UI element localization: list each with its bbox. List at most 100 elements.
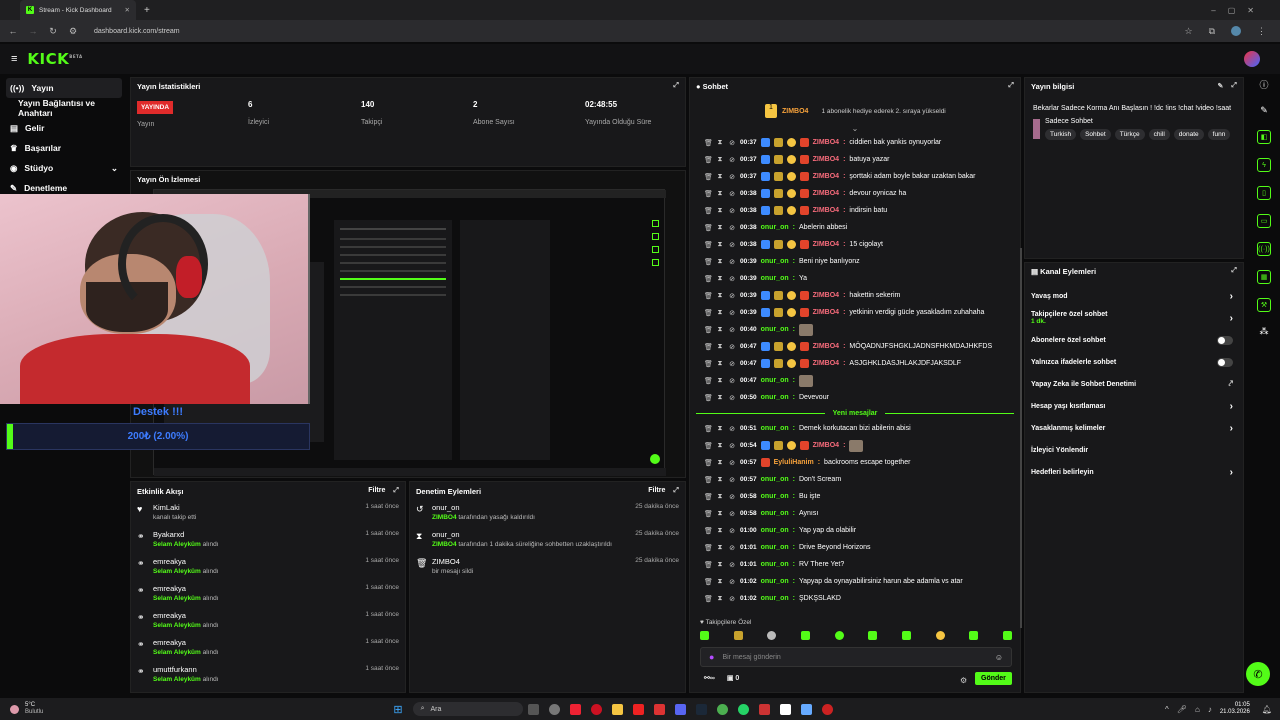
chat-message[interactable]: 🗑︎ ⧗ ⊘ 01:01 onur_on: RV There Yet? bbox=[690, 556, 1020, 573]
hamburger-menu-icon[interactable]: ≡ bbox=[11, 53, 17, 65]
timeout-hourglass-icon[interactable]: ⧗ bbox=[716, 241, 724, 249]
discord-icon[interactable] bbox=[674, 703, 686, 715]
chat-message[interactable]: 🗑︎ ⧗ ⊘ 00:37 ZIMBO4: batuya yazar bbox=[690, 151, 1020, 168]
chat-message[interactable]: 🗑︎ ⧗ ⊘ 00:54 ZIMBO4: bbox=[690, 437, 1020, 454]
ban-icon[interactable]: ⊘ bbox=[728, 510, 736, 518]
message-user[interactable]: onur_on bbox=[761, 425, 789, 432]
timeout-hourglass-icon[interactable]: ⧗ bbox=[716, 139, 724, 147]
activity-user[interactable]: Byakarxd bbox=[153, 530, 219, 539]
chat-message[interactable]: 🗑︎ ⧗ ⊘ 01:02 onur_on: Yapyap da oynayabilirsi… bbox=[690, 573, 1020, 590]
emote-icon[interactable] bbox=[969, 631, 979, 640]
app-icon[interactable] bbox=[800, 703, 812, 715]
emote-icon[interactable] bbox=[901, 631, 911, 640]
chat-message[interactable]: 🗑︎ ⧗ ⊘ 00:38 ZIMBO4: devour oynicaz ha bbox=[690, 185, 1020, 202]
delete-message-icon[interactable]: 🗑︎ bbox=[704, 425, 713, 433]
moderation-user[interactable]: onur_on bbox=[432, 530, 612, 539]
camera-icon[interactable]: ◧ bbox=[1257, 130, 1271, 144]
back-icon[interactable]: ← bbox=[8, 26, 18, 36]
moderation-item[interactable]: ↺ onur_on ZIMBO4 tarafından yasağı kaldırı… bbox=[410, 500, 685, 527]
timeout-hourglass-icon[interactable]: ⧗ bbox=[716, 343, 724, 351]
expand-icon[interactable]: ⤢ bbox=[1231, 267, 1237, 275]
window-controls[interactable]: –▢✕ bbox=[1211, 6, 1266, 15]
timeout-hourglass-icon[interactable]: ⧗ bbox=[716, 510, 724, 518]
chat-message[interactable]: 🗑︎ ⧗ ⊘ 00:39 onur_on: Ya bbox=[690, 270, 1020, 287]
app-icon[interactable] bbox=[569, 703, 581, 715]
delete-message-icon[interactable]: 🗑︎ bbox=[704, 595, 713, 603]
chat-scrollbar[interactable] bbox=[1020, 248, 1022, 628]
message-user[interactable]: EyluliHanim bbox=[774, 459, 814, 466]
activity-user[interactable]: umuttfurkann bbox=[153, 665, 219, 674]
message-user[interactable]: onur_on bbox=[761, 544, 789, 551]
sidebar-item-yayin[interactable]: ((•)) Yayın bbox=[6, 78, 122, 98]
message-user[interactable]: ZIMBO4 bbox=[813, 292, 839, 299]
expand-icon[interactable]: ⤢ bbox=[673, 82, 679, 90]
chat-message[interactable]: 🗑︎ ⧗ ⊘ 00:50 onur_on: Devevour bbox=[690, 389, 1020, 406]
ban-icon[interactable]: ⊘ bbox=[728, 224, 736, 232]
message-user[interactable]: onur_on bbox=[761, 595, 789, 602]
chat-message[interactable]: 🗑︎ ⧗ ⊘ 00:39 onur_on: Beni niye banlıyonz bbox=[690, 253, 1020, 270]
message-user[interactable]: ZIMBO4 bbox=[813, 241, 839, 248]
chat-message[interactable]: 🗑︎ ⧗ ⊘ 00:39 ZIMBO4: hakettin sekerim bbox=[690, 287, 1020, 304]
file-explorer-icon[interactable] bbox=[611, 703, 623, 715]
chat-message[interactable]: 🗑︎ ⧗ ⊘ 00:51 onur_on: Demek korkutacan bizi a… bbox=[690, 420, 1020, 437]
message-user[interactable]: onur_on bbox=[761, 258, 789, 265]
emote-icon[interactable] bbox=[834, 631, 844, 640]
delete-message-icon[interactable]: 🗑︎ bbox=[704, 527, 713, 535]
delete-message-icon[interactable]: 🗑︎ bbox=[704, 544, 713, 552]
chat-message[interactable]: 🗑︎ ⧗ ⊘ 00:39 ZIMBO4: yetkinin verdigi gücle y… bbox=[690, 304, 1020, 321]
extensions-icon[interactable]: ⧉ bbox=[1209, 26, 1215, 37]
help-chat-fab[interactable]: ✆ bbox=[1246, 662, 1270, 686]
sidebar-item-studyo[interactable]: ◉ Stüdyo ⌄ bbox=[0, 158, 128, 178]
message-user[interactable]: onur_on bbox=[761, 578, 789, 585]
app-icon[interactable] bbox=[548, 703, 560, 715]
message-user[interactable]: ZIMBO4 bbox=[813, 173, 839, 180]
activity-user[interactable]: emreakya bbox=[153, 557, 219, 566]
message-user[interactable]: ZIMBO4 bbox=[813, 156, 839, 163]
channel-action-item[interactable]: Yalnızca ifadelerle sohbet bbox=[1025, 351, 1243, 373]
delete-message-icon[interactable]: 🗑︎ bbox=[704, 326, 713, 334]
stream-tag[interactable]: chill bbox=[1148, 129, 1170, 140]
browser-tab[interactable]: K Stream - Kick Dashboard ✕ bbox=[20, 0, 136, 20]
timeout-hourglass-icon[interactable]: ⧗ bbox=[716, 173, 724, 181]
chat-message[interactable]: 🗑︎ ⧗ ⊘ 00:37 ZIMBO4: şorttaki adam boyle baka… bbox=[690, 168, 1020, 185]
windows-start-icon[interactable]: ⊞ bbox=[393, 703, 402, 716]
activity-item[interactable]: ⚭ Byakarxd Selam Aleyküm alındı 1 saat önce bbox=[131, 527, 405, 554]
send-button[interactable]: Gönder bbox=[975, 672, 1012, 685]
points-icon[interactable]: ▣ 0 bbox=[727, 674, 739, 682]
activity-user[interactable]: emreakya bbox=[153, 584, 219, 593]
expand-icon[interactable]: ⤢ bbox=[1008, 82, 1014, 90]
chat-message[interactable]: 🗑︎ ⧗ ⊘ 00:58 onur_on: Bu işte bbox=[690, 488, 1020, 505]
new-tab-button[interactable]: + bbox=[144, 5, 150, 16]
ban-icon[interactable]: ⊘ bbox=[728, 476, 736, 484]
capcut-icon[interactable] bbox=[779, 703, 791, 715]
timeout-hourglass-icon[interactable]: ⧗ bbox=[716, 292, 724, 300]
chevron-right-icon[interactable]: › bbox=[1230, 291, 1233, 302]
timeout-hourglass-icon[interactable]: ⧗ bbox=[716, 275, 724, 283]
close-tab-icon[interactable]: ✕ bbox=[125, 6, 130, 14]
timeout-hourglass-icon[interactable]: ⧗ bbox=[716, 224, 724, 232]
user-avatar[interactable] bbox=[1244, 51, 1260, 67]
timeout-hourglass-icon[interactable]: ⧗ bbox=[716, 544, 724, 552]
emote-icon[interactable] bbox=[767, 631, 777, 640]
taskview-icon[interactable] bbox=[527, 703, 539, 715]
activity-item[interactable]: ⚭ emreakya Selam Aleyküm alındı 1 saat önce bbox=[131, 608, 405, 635]
delete-message-icon[interactable]: 🗑︎ bbox=[704, 561, 713, 569]
timeout-hourglass-icon[interactable]: ⧗ bbox=[716, 493, 724, 501]
layout-icon[interactable]: ▦ bbox=[1257, 270, 1271, 284]
message-user[interactable]: onur_on bbox=[761, 326, 789, 333]
expand-icon[interactable]: ⤢ bbox=[393, 487, 399, 495]
channel-action-item[interactable]: Yapay Zeka ile Sohbet Denetimi ⤤ bbox=[1025, 373, 1243, 395]
ban-icon[interactable]: ⊘ bbox=[728, 360, 736, 368]
chat-message[interactable]: 🗑︎ ⧗ ⊘ 01:01 onur_on: Drive Beyond Horizons bbox=[690, 539, 1020, 556]
delete-message-icon[interactable]: 🗑︎ bbox=[704, 275, 713, 283]
lightning-icon[interactable]: ϟ bbox=[1257, 158, 1271, 172]
ban-icon[interactable]: ⊘ bbox=[728, 459, 736, 467]
ban-icon[interactable]: ⊘ bbox=[728, 139, 736, 147]
url-field[interactable]: dashboard.kick.com/stream bbox=[94, 28, 180, 35]
ban-icon[interactable]: ⊘ bbox=[728, 343, 736, 351]
message-user[interactable]: onur_on bbox=[761, 377, 789, 384]
channel-action-item[interactable]: Abonelere özel sohbet bbox=[1025, 329, 1243, 351]
delete-message-icon[interactable]: 🗑︎ bbox=[704, 493, 713, 501]
scroll-chevron-icon[interactable]: ⌄ bbox=[690, 124, 1020, 134]
expand-icon[interactable]: ⤢ bbox=[1231, 82, 1237, 90]
